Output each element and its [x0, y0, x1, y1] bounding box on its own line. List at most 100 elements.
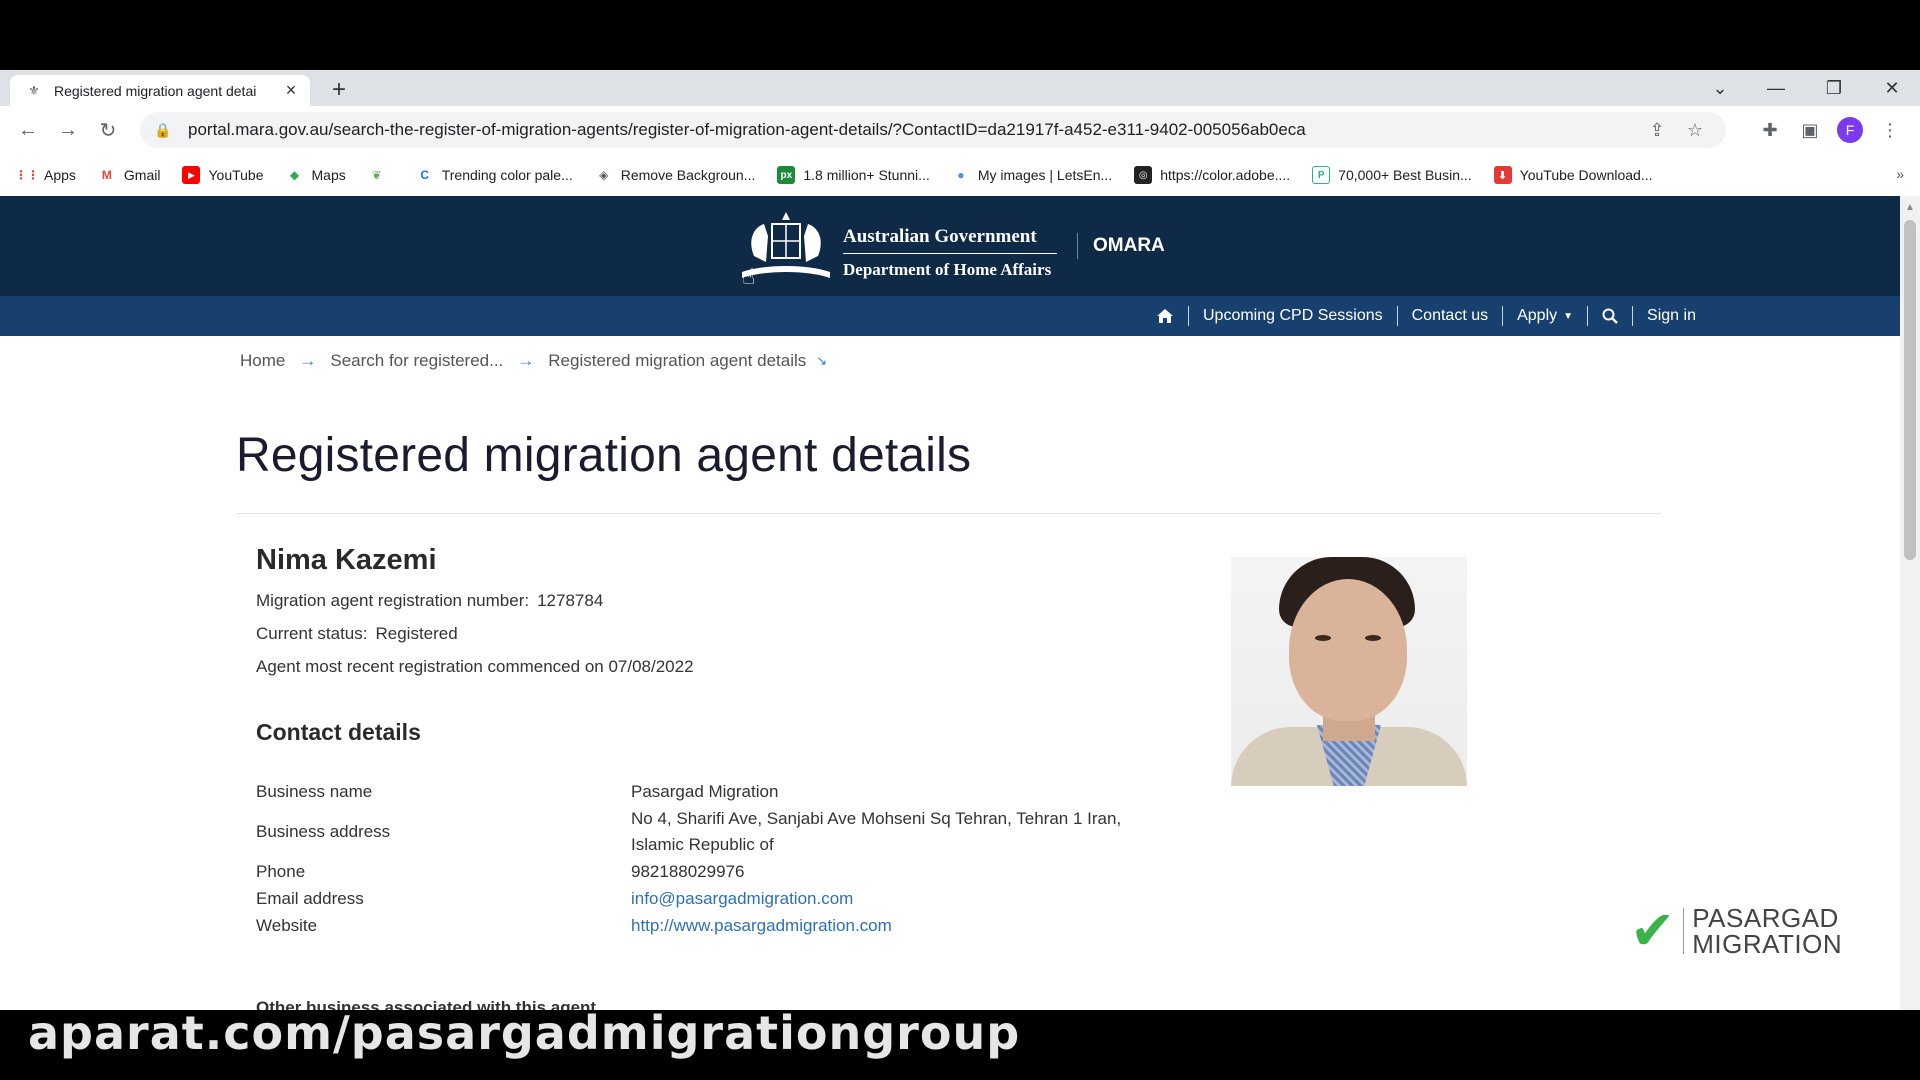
main-nav-items: Upcoming CPD Sessions Contact us Apply ▼ … [1142, 296, 1710, 336]
bookmark-star-icon[interactable]: ☆ [1676, 120, 1714, 141]
bookmark-yt-download[interactable]: ⬇ YouTube Download... [1493, 166, 1653, 184]
contact-details-heading: Contact details [256, 719, 421, 745]
bookmark-pexels[interactable]: px 1.8 million+ Stunni... [777, 166, 930, 184]
tab-search-chevron-icon[interactable]: ⌄ [1692, 70, 1748, 106]
checkmark-logo-icon: ✔ [1630, 901, 1676, 961]
gov-header: Australian Government Department of Home… [0, 196, 1900, 296]
share-icon[interactable]: ⇪ [1638, 120, 1676, 141]
bookmark-label: Maps [311, 167, 346, 183]
email-link[interactable]: info@pasargadmigration.com [631, 886, 853, 912]
bookmark-adobe-color[interactable]: ◎ https://color.adobe.... [1134, 166, 1290, 184]
agent-name: Nima Kazemi [256, 544, 437, 576]
arrow-right-icon: → [299, 351, 317, 370]
business-name-label: Business name [256, 782, 373, 801]
restore-icon[interactable]: ❐ [1806, 70, 1862, 106]
browser-toolbar: ← → ↻ 🔒 portal.mara.gov.au/search-the-re… [0, 106, 1920, 154]
bookmark-remove-bg[interactable]: ◈ Remove Backgroun... [595, 166, 755, 184]
breadcrumb-home[interactable]: Home [240, 351, 285, 371]
bookmark-maps[interactable]: ◆ Maps [286, 166, 346, 184]
lock-icon[interactable]: 🔒 [154, 122, 174, 139]
bookmark-letsenhance[interactable]: ● My images | LetsEn... [952, 166, 1112, 184]
adobe-color-icon: ◎ [1134, 166, 1153, 184]
breadcrumb-search[interactable]: Search for registered... [330, 351, 503, 371]
bookmark-label: Gmail [123, 167, 161, 183]
bookmark-trending-color[interactable]: C Trending color pale... [416, 166, 572, 184]
bookmark-gmail[interactable]: M Gmail [98, 166, 161, 184]
pasargad-logo: ✔ PASARGAD MIGRATION [1630, 904, 1842, 958]
status-line: Current status: Registered [256, 624, 458, 644]
title-divider [236, 513, 1661, 514]
logo-line2: MIGRATION [1692, 929, 1843, 959]
scroll-thumb[interactable] [1904, 220, 1916, 560]
logo-line1: PASARGAD [1692, 903, 1839, 933]
bookmark-business[interactable]: P 70,000+ Best Busin... [1312, 166, 1472, 184]
web-page: Australian Government Department of Home… [0, 196, 1900, 1010]
page-title: Registered migration agent details [236, 429, 972, 482]
minimize-icon[interactable]: — [1748, 70, 1804, 106]
apps-grid-icon: ⋮⋮ [15, 168, 39, 182]
nav-sign-in[interactable]: Sign in [1633, 307, 1710, 325]
photo-eye [1315, 635, 1331, 641]
address-line1: No 4, Sharifi Ave, Sanjabi Ave Mohseni S… [631, 809, 1122, 828]
youtube-icon: ▶ [182, 166, 201, 184]
video-letterbox-top [0, 0, 1920, 70]
nav-apply-label: Apply [1517, 307, 1558, 324]
leaf-icon: ❦ [371, 168, 382, 182]
commenced-line: Agent most recent registration commenced… [256, 657, 694, 676]
business-name-value: Pasargad Migration [631, 782, 779, 801]
menu-kebab-icon[interactable]: ⋮ [1870, 110, 1910, 150]
arrow-right-icon: → [517, 351, 535, 370]
extensions-icon[interactable]: ✚ [1750, 110, 1790, 150]
home-svg [1157, 309, 1173, 323]
status-value: Registered [375, 624, 458, 643]
registration-number-label: Migration agent registration number: [256, 591, 530, 610]
website-link[interactable]: http://www.pasargadmigration.com [631, 913, 892, 939]
nav-upcoming-cpd[interactable]: Upcoming CPD Sessions [1189, 307, 1397, 325]
nav-contact-us[interactable]: Contact us [1398, 307, 1502, 325]
profile-initial: F [1837, 117, 1863, 143]
new-tab-icon[interactable]: + [325, 76, 353, 104]
breadcrumb-current: Registered migration agent details [548, 351, 807, 370]
address-bar[interactable]: 🔒 portal.mara.gov.au/search-the-register… [140, 112, 1726, 148]
status-label: Current status: [256, 624, 368, 643]
page-scrollbar[interactable]: ▲ [1900, 196, 1920, 1010]
bookmark-label: My images | LetsEn... [977, 167, 1113, 183]
back-icon[interactable]: ← [8, 110, 48, 150]
maps-icon: ◆ [289, 168, 300, 182]
phone-value: 982188029976 [631, 862, 745, 881]
gmail-icon: M [101, 168, 112, 182]
registration-number-line: Migration agent registration number: 1278… [256, 591, 603, 611]
bookmark-label: 1.8 million+ Stunni... [803, 167, 930, 183]
forward-icon[interactable]: → [48, 110, 88, 150]
omara-brand[interactable]: OMARA [1093, 235, 1165, 257]
gov-line2: Department of Home Affairs [843, 260, 1052, 279]
download-icon: ⬇ [1493, 166, 1512, 184]
close-window-icon[interactable]: ✕ [1864, 70, 1920, 106]
photo-face [1289, 579, 1407, 721]
side-panel-icon[interactable]: ▣ [1790, 110, 1830, 150]
profile-avatar[interactable]: F [1830, 110, 1870, 150]
layers-icon: ◈ [599, 168, 609, 182]
screen: ⚜ Registered migration agent detai × + ⌄… [0, 0, 1920, 1080]
search-icon[interactable] [1588, 308, 1632, 324]
logo-divider [1683, 908, 1685, 954]
bookmark-leaf[interactable]: ❦ [368, 166, 394, 184]
sphere-icon: ● [957, 168, 965, 182]
nav-apply-dropdown[interactable]: Apply ▼ [1503, 307, 1587, 325]
scroll-up-arrow-icon[interactable]: ▲ [1905, 202, 1915, 213]
reload-icon[interactable]: ↻ [88, 110, 128, 150]
gov-wordmark[interactable]: Australian Government Department of Home… [843, 226, 1057, 280]
registration-number: 1278784 [537, 591, 604, 610]
crest-favicon-icon: ⚜ [28, 82, 40, 98]
bookmark-apps[interactable]: ⋮⋮ Apps [15, 166, 76, 184]
bookmarks-overflow-icon[interactable]: » [1896, 166, 1904, 182]
browser-tab-active[interactable]: ⚜ Registered migration agent detai × [10, 75, 310, 106]
address-line2: Islamic Republic of [631, 835, 774, 854]
bookmark-label: Apps [44, 167, 76, 183]
website-label: Website [256, 916, 318, 935]
bookmark-label: 70,000+ Best Busin... [1338, 167, 1472, 183]
tab-close-icon[interactable]: × [282, 80, 300, 100]
arrow-down-right-icon: ↘ [816, 353, 828, 368]
home-icon[interactable] [1142, 308, 1188, 324]
bookmark-youtube[interactable]: ▶ YouTube [182, 166, 264, 184]
